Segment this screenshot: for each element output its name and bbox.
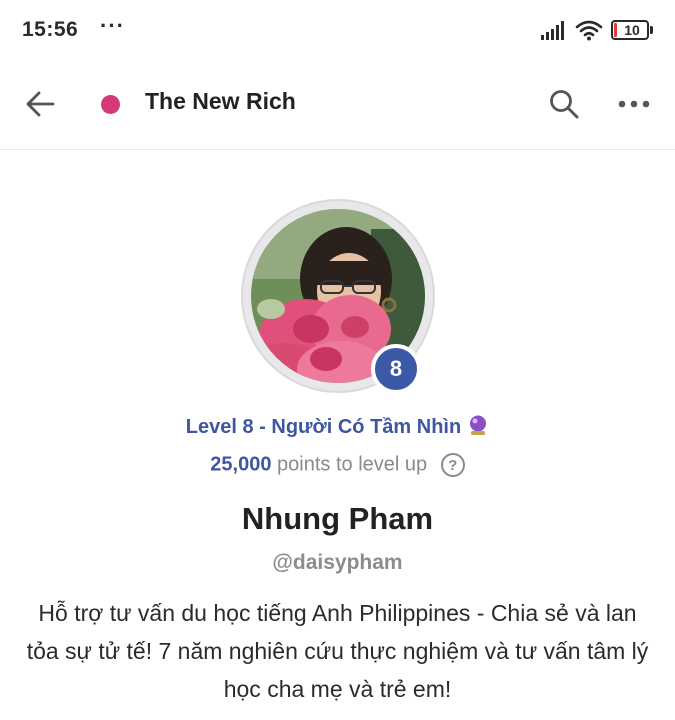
points-row: 25,000 points to level up ?: [0, 453, 675, 477]
level-title-row: Level 8 - Người Có Tầm Nhìn: [0, 414, 675, 439]
community-color-dot: [101, 95, 120, 114]
status-icons: 10: [541, 18, 653, 42]
back-button[interactable]: [22, 86, 58, 122]
battery-icon: 10: [611, 19, 653, 41]
display-name: Nhung Pham: [241, 501, 434, 536]
community-title[interactable]: The New Rich: [145, 88, 296, 115]
search-button[interactable]: [546, 86, 582, 122]
level-badge: 8: [371, 344, 421, 394]
signal-icon: [541, 21, 564, 40]
status-bar: 15:56 ··· 10: [0, 0, 675, 60]
wifi-icon: [575, 20, 603, 41]
username: @daisypham: [272, 551, 403, 574]
level-title: Level 8 - Người Có Tầm Nhìn: [185, 416, 462, 438]
more-icon: [618, 100, 650, 108]
points-value: 25,000: [210, 453, 272, 476]
help-icon[interactable]: ?: [440, 453, 465, 477]
battery-level-text: 10: [624, 22, 640, 38]
points-label: points to level up: [277, 453, 428, 476]
crystal-ball-icon: [470, 415, 487, 435]
app-bar: The New Rich: [0, 60, 675, 150]
bio-text: Hỗ trợ tư vấn du học tiếng Anh Philippin…: [26, 600, 649, 702]
notification-dots: ···: [100, 13, 125, 38]
back-arrow-icon: [26, 91, 55, 117]
more-options-button[interactable]: [614, 86, 654, 122]
status-time: 15:56: [22, 18, 79, 41]
search-icon: [550, 90, 579, 119]
